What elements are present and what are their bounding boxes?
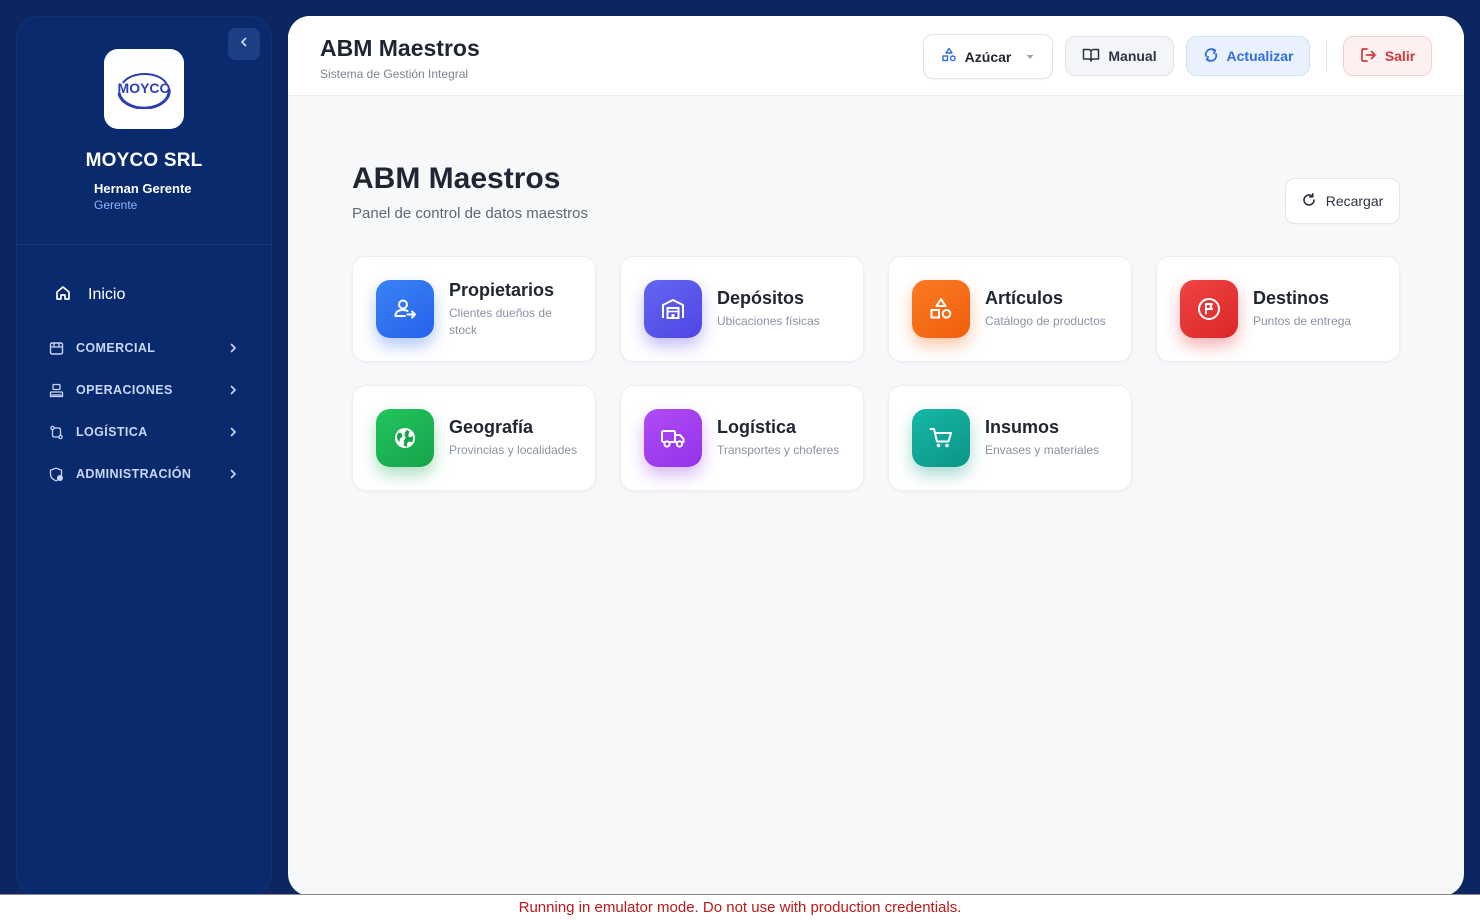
refresh-button-label: Actualizar: [1226, 48, 1294, 64]
main-panel: ABM Maestros Sistema de Gestión Integral…: [288, 16, 1464, 896]
card-title: Artículos: [985, 288, 1064, 308]
card-title: Depósitos: [717, 288, 805, 308]
logout-icon: [1360, 47, 1377, 66]
logout-button[interactable]: Salir: [1343, 36, 1432, 76]
page-title: ABM Maestros: [352, 162, 561, 195]
chevron-right-icon: [226, 341, 240, 355]
card-description: Clientes dueños de stock: [449, 305, 552, 337]
sidebar-group-label: LOGÍSTICA: [76, 425, 148, 439]
chevron-right-icon: [226, 467, 240, 481]
globe-icon: [376, 409, 434, 467]
card-title: Destinos: [1253, 288, 1330, 308]
user-role: Gerente: [94, 198, 138, 212]
collapse-sidebar-button[interactable]: [228, 28, 260, 60]
book-icon: [1082, 47, 1100, 66]
inventory-icon: [48, 382, 64, 398]
user-name: Hernan Gerente: [94, 181, 192, 196]
destination-icon: [1180, 280, 1238, 338]
product-selector-value: Azúcar: [964, 48, 1012, 65]
chevron-right-icon: [226, 383, 240, 397]
manual-button-label: Manual: [1108, 48, 1157, 64]
card-title: Logística: [717, 417, 797, 437]
product-selector[interactable]: Azúcar: [923, 34, 1053, 79]
logout-button-label: Salir: [1384, 48, 1416, 64]
company-logo: MOYCO: [104, 49, 184, 129]
reload-button[interactable]: Recargar: [1285, 178, 1400, 224]
card-articulos[interactable]: Artículos Catálogo de productos: [888, 256, 1132, 362]
shapes-icon: [941, 47, 957, 66]
route-icon: [48, 424, 64, 440]
sidebar-group-comercial[interactable]: COMERCIAL: [48, 336, 240, 360]
card-title: Propietarios: [449, 279, 555, 300]
sidebar-item-inicio[interactable]: Inicio: [54, 282, 125, 308]
sidebar-divider: [16, 244, 272, 245]
home-icon: [54, 284, 72, 307]
sidebar-item-label: Inicio: [88, 286, 126, 303]
card-description: Catálogo de productos: [985, 314, 1106, 328]
warehouse-icon: [644, 280, 702, 338]
page-subtitle: Panel de control de datos maestros: [352, 205, 588, 222]
sidebar-group-operaciones[interactable]: OPERACIONES: [48, 378, 240, 402]
svg-text:MOYCO: MOYCO: [118, 80, 171, 96]
card-title: Geografía: [449, 417, 534, 437]
card-propietarios[interactable]: Propietarios Clientes dueños de stock: [352, 256, 596, 362]
card-insumos[interactable]: Insumos Envases y materiales: [888, 385, 1132, 491]
company-name: MOYCO SRL: [85, 150, 203, 171]
card-description: Puntos de entrega: [1253, 314, 1352, 328]
truck-icon: [644, 409, 702, 467]
card-title: Insumos: [985, 417, 1060, 437]
card-depositos[interactable]: Depósitos Ubicaciones físicas: [620, 256, 864, 362]
chevron-left-icon: [238, 35, 250, 53]
store-icon: [48, 340, 64, 356]
card-description: Transportes y choferes: [717, 443, 840, 457]
sidebar-group-label: COMERCIAL: [76, 341, 156, 355]
card-logistica[interactable]: Logística Transportes y choferes: [620, 385, 864, 491]
caret-down-icon: [1025, 49, 1035, 65]
sidebar-group-label: OPERACIONES: [76, 383, 173, 397]
admin-shield-icon: [48, 466, 64, 482]
sidebar-group-logistica[interactable]: LOGÍSTICA: [48, 420, 240, 444]
card-destinos[interactable]: Destinos Puntos de entrega: [1156, 256, 1400, 362]
owners-icon: [376, 280, 434, 338]
sidebar: MOYCO MOYCO SRL Hernan Gerente Gerente I…: [16, 16, 272, 896]
shapes-icon: [912, 280, 970, 338]
card-description: Envases y materiales: [985, 443, 1100, 457]
reload-icon: [1302, 192, 1316, 210]
cart-icon: [912, 409, 970, 467]
card-geografia[interactable]: Geografía Provincias y localidades: [352, 385, 596, 491]
refresh-button[interactable]: Actualizar: [1186, 36, 1310, 76]
card-description: Ubicaciones físicas: [717, 314, 820, 328]
sidebar-group-administracion[interactable]: ADMINISTRACIÓN: [48, 462, 240, 486]
topbar: ABM Maestros Sistema de Gestión Integral…: [288, 16, 1464, 96]
card-description: Provincias y localidades: [449, 443, 578, 457]
header-subtitle: Sistema de Gestión Integral: [320, 67, 469, 81]
sync-icon: [1203, 47, 1219, 66]
chevron-right-icon: [226, 425, 240, 439]
sidebar-group-label: ADMINISTRACIÓN: [76, 467, 192, 481]
reload-button-label: Recargar: [1325, 193, 1384, 209]
topbar-divider: [1326, 40, 1327, 72]
manual-button[interactable]: Manual: [1065, 36, 1174, 76]
header-title: ABM Maestros: [320, 35, 480, 61]
emulator-banner: Running in emulator mode. Do not use wit…: [0, 894, 1480, 920]
